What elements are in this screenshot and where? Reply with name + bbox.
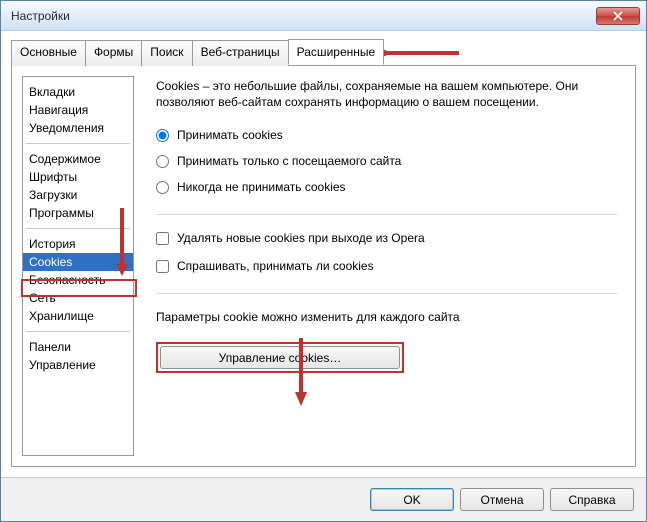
tab-panel-advanced: Вкладки Навигация Уведомления Содержимое…: [11, 65, 636, 467]
sidebar-separator: [26, 228, 130, 229]
divider: [156, 293, 617, 294]
sidebar-item-panels[interactable]: Панели: [23, 338, 133, 356]
help-button[interactable]: Справка: [550, 488, 634, 511]
tab-forms[interactable]: Формы: [85, 40, 142, 66]
sidebar-separator: [26, 331, 130, 332]
ok-button[interactable]: OK: [370, 488, 454, 511]
check-delete-on-exit-input[interactable]: [156, 232, 169, 245]
close-button[interactable]: [596, 7, 640, 25]
radio-never-accept-input[interactable]: [156, 181, 169, 194]
sidebar-item-storage[interactable]: Хранилище: [23, 307, 133, 325]
sidebar-item-programs[interactable]: Программы: [23, 204, 133, 222]
sidebar-item-notifications[interactable]: Уведомления: [23, 119, 133, 137]
tab-webpages[interactable]: Веб-страницы: [192, 40, 289, 66]
radio-accept-all-input[interactable]: [156, 129, 169, 142]
sidebar-item-tabs[interactable]: Вкладки: [23, 83, 133, 101]
sidebar-item-history[interactable]: История: [23, 235, 133, 253]
check-ask-accept-input[interactable]: [156, 260, 169, 273]
sidebar-separator: [26, 143, 130, 144]
sidebar-item-security[interactable]: Безопасность: [23, 271, 133, 289]
tabstrip: Основные Формы Поиск Веб-страницы Расшир…: [11, 39, 636, 65]
tab-advanced[interactable]: Расширенные: [288, 39, 385, 65]
close-icon: [613, 11, 623, 21]
check-delete-on-exit[interactable]: Удалять новые cookies при выходе из Oper…: [156, 231, 617, 245]
window-body: Основные Формы Поиск Веб-страницы Расшир…: [1, 31, 646, 477]
sidebar-item-manage[interactable]: Управление: [23, 356, 133, 374]
titlebar: Настройки: [1, 1, 646, 31]
window-title: Настройки: [11, 9, 596, 23]
radio-accept-visited[interactable]: Принимать только с посещаемого сайта: [156, 154, 617, 168]
sidebar-item-cookies[interactable]: Cookies: [23, 253, 133, 271]
sidebar-item-content[interactable]: Содержимое: [23, 150, 133, 168]
sidebar-item-network[interactable]: Сеть: [23, 289, 133, 307]
manage-cookies-button[interactable]: Управление cookies…: [160, 346, 400, 369]
sidebar: Вкладки Навигация Уведомления Содержимое…: [22, 76, 134, 456]
tab-search[interactable]: Поиск: [141, 40, 192, 66]
cookies-description: Cookies – это небольшие файлы, сохраняем…: [156, 78, 617, 110]
radio-never-accept[interactable]: Никогда не принимать cookies: [156, 180, 617, 194]
sidebar-item-fonts[interactable]: Шрифты: [23, 168, 133, 186]
settings-window: Настройки Основные Формы Поиск Веб-стран…: [0, 0, 647, 522]
sidebar-item-navigation[interactable]: Навигация: [23, 101, 133, 119]
annotation-highlight: Управление cookies…: [156, 342, 404, 373]
cookies-content: Cookies – это небольшие файлы, сохраняем…: [156, 76, 617, 456]
per-site-label: Параметры cookie можно изменить для кажд…: [156, 310, 617, 324]
dialog-footer: OK Отмена Справка: [1, 477, 646, 521]
radio-accept-visited-input[interactable]: [156, 155, 169, 168]
cancel-button[interactable]: Отмена: [460, 488, 544, 511]
divider: [156, 214, 617, 215]
sidebar-item-downloads[interactable]: Загрузки: [23, 186, 133, 204]
radio-accept-all[interactable]: Принимать cookies: [156, 128, 617, 142]
check-ask-accept[interactable]: Спрашивать, принимать ли cookies: [156, 259, 617, 273]
tab-main[interactable]: Основные: [11, 40, 86, 66]
